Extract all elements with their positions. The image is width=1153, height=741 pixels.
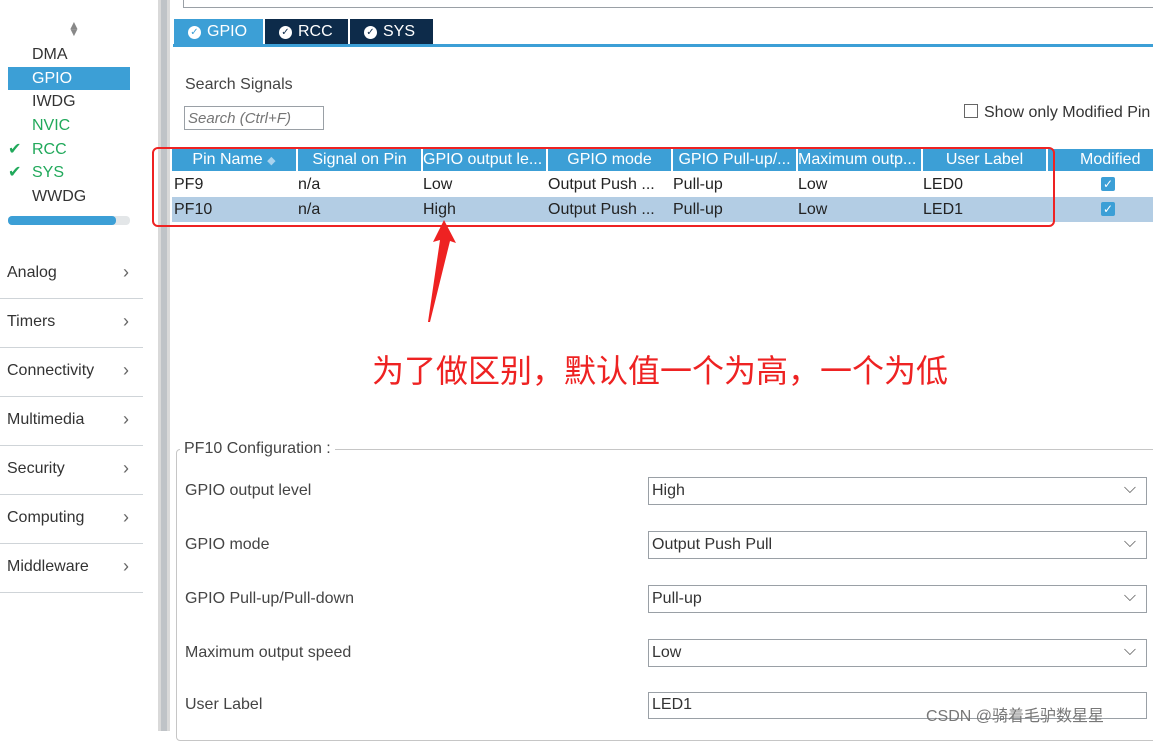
gpio-mode-select[interactable]: Output Push Pull ⌵ bbox=[648, 531, 1147, 559]
sys-item-label: RCC bbox=[32, 141, 67, 158]
tab-sys[interactable]: ✓ SYS bbox=[350, 19, 433, 44]
sys-item-wwdg[interactable]: WWDG bbox=[32, 185, 128, 208]
sys-item-label: SYS bbox=[32, 164, 65, 181]
category-security[interactable]: Security › bbox=[0, 446, 143, 495]
category-middleware[interactable]: Middleware › bbox=[0, 544, 143, 593]
category-label: Connectivity bbox=[7, 362, 95, 379]
check-icon: ✔ bbox=[8, 141, 22, 158]
chevron-right-icon: › bbox=[123, 409, 129, 429]
check-icon: ✔ bbox=[8, 164, 22, 181]
check-circle-icon: ✓ bbox=[364, 26, 377, 39]
tab-rcc[interactable]: ✓ RCC bbox=[265, 19, 348, 44]
category-computing[interactable]: Computing › bbox=[0, 495, 143, 544]
sys-item-label: GPIO bbox=[32, 70, 73, 87]
splitter-handle[interactable] bbox=[161, 0, 167, 731]
config-label: GPIO mode bbox=[185, 536, 270, 553]
header-label: Modified bbox=[1080, 151, 1141, 168]
category-label: Multimedia bbox=[7, 411, 85, 428]
sys-item-nvic[interactable]: NVIC bbox=[32, 114, 128, 137]
chevron-right-icon: › bbox=[123, 458, 129, 478]
tab-label: RCC bbox=[298, 23, 333, 40]
sys-item-sys[interactable]: ✔ SYS bbox=[8, 161, 128, 184]
sys-item-iwdg[interactable]: IWDG bbox=[32, 90, 128, 113]
pull-select[interactable]: Pull-up ⌵ bbox=[648, 585, 1147, 613]
output-level-select[interactable]: High ⌵ bbox=[648, 477, 1147, 505]
search-input[interactable] bbox=[184, 106, 324, 130]
show-modified-label: Show only Modified Pin bbox=[984, 104, 1151, 121]
config-label: GPIO output level bbox=[185, 482, 312, 499]
category-connectivity[interactable]: Connectivity › bbox=[0, 348, 143, 397]
select-value: High bbox=[652, 482, 685, 499]
category-label: Security bbox=[7, 460, 65, 477]
check-circle-icon: ✓ bbox=[279, 26, 292, 39]
category-timers[interactable]: Timers › bbox=[0, 299, 143, 348]
sys-item-label: IWDG bbox=[32, 93, 76, 110]
category-label: Middleware bbox=[7, 558, 89, 575]
speed-select[interactable]: Low ⌵ bbox=[648, 639, 1147, 667]
header-modified[interactable]: Modified bbox=[1048, 149, 1153, 171]
tab-label: GPIO bbox=[207, 23, 248, 40]
category-analog[interactable]: Analog › bbox=[0, 250, 143, 299]
category-multimedia[interactable]: Multimedia › bbox=[0, 397, 143, 446]
tab-bar-underline bbox=[173, 44, 1153, 47]
sidebar-scrollbar[interactable] bbox=[8, 216, 130, 225]
config-label: GPIO Pull-up/Pull-down bbox=[185, 590, 354, 607]
chevron-right-icon: › bbox=[123, 556, 129, 576]
config-label: User Label bbox=[185, 696, 263, 713]
chevron-down-icon: ⌵ bbox=[1123, 642, 1136, 659]
sys-item-rcc[interactable]: ✔ RCC bbox=[8, 138, 128, 161]
select-value: Low bbox=[652, 644, 682, 661]
sidebar-scrollbar-thumb[interactable] bbox=[8, 216, 116, 225]
chevron-down-icon: ⌵ bbox=[1123, 588, 1136, 605]
category-label: Timers bbox=[7, 313, 56, 330]
sys-item-label: NVIC bbox=[32, 117, 71, 134]
sys-item-gpio[interactable]: GPIO bbox=[8, 67, 130, 90]
chevron-down-icon: ⌵ bbox=[1123, 534, 1136, 551]
chevron-right-icon: › bbox=[123, 262, 129, 282]
sidebar: ▲ ▼ DMA GPIO IWDG NVIC ✔ RCC ✔ SYS WWDG Ana… bbox=[0, 0, 158, 731]
input-value: LED1 bbox=[652, 696, 693, 713]
chevron-right-icon: › bbox=[123, 311, 129, 331]
select-value: Pull-up bbox=[652, 590, 702, 607]
chevron-right-icon: › bbox=[123, 507, 129, 527]
modified-checkbox[interactable]: ✓ bbox=[1101, 202, 1115, 216]
watermark: CSDN @骑着毛驴数星星 bbox=[926, 708, 1105, 725]
tab-label: SYS bbox=[383, 23, 416, 40]
sys-item-label: DMA bbox=[32, 46, 68, 63]
config-title: PF10 Configuration : bbox=[180, 440, 335, 458]
tab-gpio[interactable]: ✓ GPIO bbox=[174, 19, 263, 44]
search-label: Search Signals bbox=[185, 76, 293, 93]
category-label: Analog bbox=[7, 264, 57, 281]
checkbox-box[interactable] bbox=[964, 104, 978, 118]
annotation-text: 为了做区别，默认值一个为高，一个为低 bbox=[372, 352, 949, 390]
mode-bar-edge bbox=[183, 0, 1153, 8]
category-label: Computing bbox=[7, 509, 85, 526]
red-arrow bbox=[428, 220, 456, 322]
highlight-rectangle bbox=[152, 147, 1055, 227]
sys-item-label: WWDG bbox=[32, 188, 87, 205]
sort-arrows-icon[interactable]: ▲ ▼ bbox=[68, 19, 80, 38]
check-circle-icon: ✓ bbox=[188, 26, 201, 39]
chevron-down-icon: ⌵ bbox=[1123, 480, 1136, 497]
config-label: Maximum output speed bbox=[185, 644, 352, 661]
sys-item-dma[interactable]: DMA bbox=[32, 43, 128, 66]
chevron-right-icon: › bbox=[123, 360, 129, 380]
modified-checkbox[interactable]: ✓ bbox=[1101, 177, 1115, 191]
select-value: Output Push Pull bbox=[652, 536, 773, 553]
show-modified-checkbox[interactable]: Show only Modified Pin bbox=[964, 104, 1150, 122]
